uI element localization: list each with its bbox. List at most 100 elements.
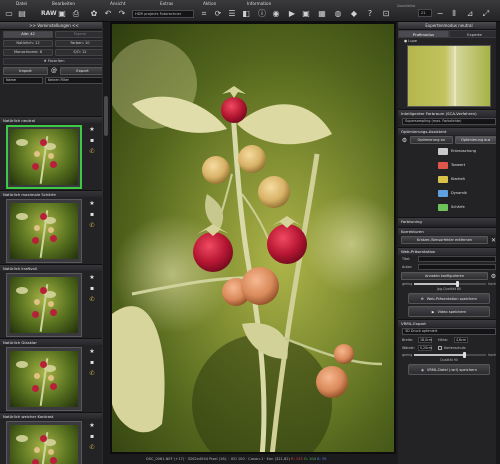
filter-colors[interactable]: Farben: 10: [55, 40, 105, 47]
tab-experte[interactable]: Experte: [449, 30, 500, 38]
remove-scratches-button[interactable]: Kratzer-/Sensorfehler entfernen: [401, 236, 488, 244]
favorite-star-icon[interactable]: ★: [89, 127, 94, 133]
optimization-item[interactable]: Tonwert: [401, 159, 497, 173]
preset-item[interactable]: Natürlich neutral ★ ▪ ✆: [0, 116, 108, 191]
vrml-quality-slider[interactable]: [414, 352, 487, 358]
filter-monochrome[interactable]: Monochrome: 8: [3, 49, 53, 56]
favorite-star-icon[interactable]: ★: [89, 349, 94, 355]
rotate-icon[interactable]: ⟳: [212, 8, 224, 20]
split-view-icon[interactable]: ⫴: [448, 8, 460, 20]
preset-thumbnail[interactable]: [6, 421, 82, 464]
apply-icon[interactable]: ▪: [90, 212, 94, 218]
filter-all[interactable]: Alle: 42: [3, 31, 53, 38]
width-input[interactable]: 18,0cm: [418, 337, 432, 343]
import-button[interactable]: Import: [3, 67, 48, 75]
filter-select[interactable]: Keinen Filter: [45, 77, 105, 84]
crop-icon[interactable]: ⌗: [198, 8, 210, 20]
menu-datei[interactable]: Datei: [16, 1, 27, 6]
apply-icon[interactable]: ▪: [90, 138, 94, 144]
favorite-star-icon[interactable]: ★: [89, 423, 94, 429]
height-input[interactable]: 4,6cm: [454, 337, 468, 343]
histogram-icon[interactable]: ▦: [316, 8, 328, 20]
scrollbar-thumb[interactable]: [104, 96, 108, 136]
filter-so[interactable]: S/O: 12: [55, 49, 105, 56]
profile-select[interactable]: HDR projects Fotorechner: [132, 10, 194, 18]
presets-scrollbar[interactable]: [102, 22, 108, 464]
menu-bearbeiten[interactable]: Bearbeiten: [52, 1, 75, 6]
camera-icon[interactable]: ✆: [89, 149, 94, 155]
favorites-bar[interactable]: ★ Favoriten: [3, 58, 105, 65]
export-button[interactable]: Export: [60, 67, 105, 75]
dark-icon[interactable]: ◆: [348, 8, 360, 20]
preset-item[interactable]: Natürlich maximale Schärfe ★ ▪ ✆: [0, 190, 108, 265]
help-icon[interactable]: ?: [364, 8, 376, 20]
apply-icon[interactable]: ▪: [90, 286, 94, 292]
settings-icon[interactable]: ✿: [88, 8, 100, 20]
save-video-button[interactable]: ▶ Video speichern: [408, 306, 490, 317]
opt-section-title[interactable]: Optimierungs-Assistent: [398, 127, 500, 135]
raw-button[interactable]: RAW: [40, 8, 58, 20]
open-folder-icon[interactable]: ▤: [16, 8, 28, 20]
optimization-item[interactable]: Schärfe: [401, 201, 497, 215]
preset-thumbnail[interactable]: [6, 125, 82, 189]
farbtuning-section-title[interactable]: Farbtuning: [398, 217, 500, 225]
optimization-off-button[interactable]: Optimierung aus: [454, 136, 497, 144]
save-web-presentation-button[interactable]: 🌐︎ Web-Präsentation speichern: [408, 293, 490, 304]
author-input[interactable]: [418, 264, 496, 270]
save-vrml-button[interactable]: ◈ VRML-Datei (.wrl) speichern: [408, 364, 490, 375]
preset-item[interactable]: Natürlich weicher Kontrast ★ ▪ ✆: [0, 412, 108, 464]
presentation-icon[interactable]: ▣: [300, 8, 312, 20]
jpg-quality-slider[interactable]: [414, 281, 487, 287]
preset-thumbnail[interactable]: [6, 199, 82, 263]
preset-thumbnail[interactable]: [6, 273, 82, 337]
zoom-out-icon[interactable]: −: [434, 8, 446, 20]
web-section-title[interactable]: Web-Präsentation: [398, 247, 500, 255]
compare-icon[interactable]: ◧: [240, 8, 252, 20]
menu-aktion[interactable]: Aktion: [203, 1, 216, 6]
camera-icon[interactable]: ◉: [270, 8, 282, 20]
tab-profimodus[interactable]: Profimodus: [398, 30, 449, 38]
card-protection-checkbox[interactable]: [438, 346, 442, 350]
filter-natural[interactable]: Natürlich: 12: [3, 40, 53, 47]
camera-icon[interactable]: ✆: [89, 371, 94, 377]
batch-icon[interactable]: ☰: [226, 8, 238, 20]
play-icon[interactable]: ▶: [286, 8, 298, 20]
presets-header[interactable]: >> Voreinstellungen <<: [0, 22, 108, 30]
new-icon[interactable]: ▭: [3, 8, 15, 20]
menu-extras[interactable]: Extras: [160, 1, 173, 6]
apply-icon[interactable]: ▪: [90, 434, 94, 440]
vrml-section-title[interactable]: VRML-Export: [398, 319, 500, 327]
zoom-fit-icon[interactable]: ⊡: [380, 8, 392, 20]
settings-scrollbar[interactable]: [496, 22, 500, 464]
sort-select[interactable]: Name: [3, 77, 43, 84]
print-icon[interactable]: ⎙: [70, 8, 82, 20]
fullscreen-icon[interactable]: ⤢: [480, 8, 492, 20]
palette-icon[interactable]: ◍: [332, 8, 344, 20]
apply-icon[interactable]: ▪: [90, 360, 94, 366]
vrml-select[interactable]: 3D Druck optimiert: [402, 328, 496, 335]
undo-icon[interactable]: ↶: [102, 8, 114, 20]
favorite-star-icon[interactable]: ★: [89, 275, 94, 281]
sca-section-title[interactable]: Intelligenter Farbraum (SCA-Verfahren): [398, 109, 500, 117]
at-icon[interactable]: @: [50, 67, 58, 75]
favorite-star-icon[interactable]: ★: [89, 201, 94, 207]
optimization-item[interactable]: Dynamik: [401, 187, 497, 201]
optimization-on-button[interactable]: Optimierung an: [410, 136, 453, 144]
loupe-preview[interactable]: [407, 45, 491, 107]
preset-item[interactable]: Natürlich Glasklar ★ ▪ ✆: [0, 338, 108, 413]
camera-icon[interactable]: ✆: [89, 445, 94, 451]
menu-information[interactable]: Information: [247, 1, 271, 6]
save-icon[interactable]: ▣: [56, 8, 68, 20]
preset-item[interactable]: Natürlich kraftvoll ★ ▪ ✆: [0, 264, 108, 339]
walls-input[interactable]: 0,20cm: [418, 345, 432, 351]
filter-own[interactable]: Eigene: [55, 31, 105, 38]
optimization-item[interactable]: Klarheit: [401, 173, 497, 187]
camera-icon[interactable]: ✆: [89, 297, 94, 303]
mirror-icon[interactable]: ⊿: [464, 8, 476, 20]
optimization-item[interactable]: Entrauschung: [401, 145, 497, 159]
menu-ansicht[interactable]: Ansicht: [110, 1, 125, 6]
camera-icon[interactable]: ✆: [89, 223, 94, 229]
korrektur-section-title[interactable]: Korrekturen: [398, 227, 500, 235]
info-icon[interactable]: ⓘ: [256, 8, 268, 20]
zoom-input[interactable]: 21: [418, 9, 432, 17]
